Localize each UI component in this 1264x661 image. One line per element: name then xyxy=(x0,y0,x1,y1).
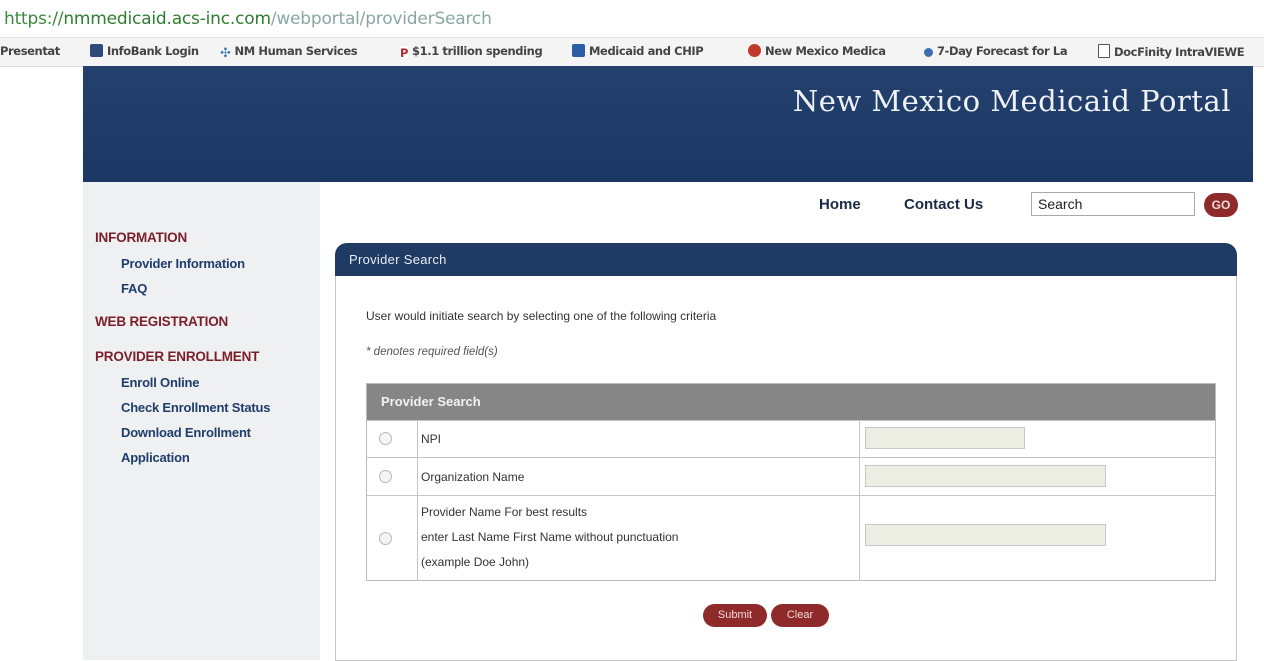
document-icon xyxy=(1098,44,1110,58)
required-note: * denotes required field(s) xyxy=(366,346,498,358)
bookmark-medicaid-chip[interactable]: Medicaid and CHIP xyxy=(572,44,704,58)
organization-label: Organization Name xyxy=(421,470,525,484)
provider-name-row: Provider Name For best results enter Las… xyxy=(367,495,1215,580)
radio-cell xyxy=(367,421,418,457)
npi-label: NPI xyxy=(421,432,442,446)
radio-cell xyxy=(367,458,418,495)
npi-row: NPI xyxy=(367,420,1215,457)
header-banner: New Mexico Medicaid Portal xyxy=(83,66,1253,182)
npi-radio[interactable] xyxy=(379,432,392,445)
radio-cell xyxy=(367,496,418,580)
sidebar-item-check-status[interactable]: Check Enrollment Status xyxy=(121,400,270,415)
browser-url-bar[interactable]: https://nmmedicaid.acs-inc.com/webportal… xyxy=(0,0,1264,36)
provider-name-radio[interactable] xyxy=(379,532,392,545)
weather-icon xyxy=(924,48,933,57)
portal-title: New Mexico Medicaid Portal xyxy=(792,84,1231,118)
bookmark-spending[interactable]: P $1.1 trillion spending xyxy=(400,44,543,60)
bookmark-nm-medicaid[interactable]: New Mexico Medica xyxy=(748,44,886,58)
address-text[interactable]: https://nmmedicaid.acs-inc.com/webportal… xyxy=(4,9,492,29)
organization-radio[interactable] xyxy=(379,470,392,483)
bookmark-infobank[interactable]: InfoBank Login xyxy=(90,44,199,58)
infobank-icon xyxy=(90,44,103,57)
sidebar-item-application[interactable]: Application xyxy=(121,450,190,465)
table-header: Provider Search xyxy=(367,384,1215,420)
label-cell: Organization Name xyxy=(417,458,860,495)
npi-input[interactable] xyxy=(865,427,1025,449)
organization-row: Organization Name xyxy=(367,457,1215,495)
sidebar-heading-information: INFORMATION xyxy=(95,230,188,245)
sidebar-item-provider-information[interactable]: Provider Information xyxy=(121,256,245,271)
bookmark-label: Medicaid and CHIP xyxy=(589,44,704,58)
panel-title: Provider Search xyxy=(349,252,447,267)
site-search-input[interactable] xyxy=(1031,192,1195,216)
url-path: /webportal/providerSearch xyxy=(270,9,492,29)
label-cell: NPI xyxy=(417,421,860,457)
bookmark-label: InfoBank Login xyxy=(107,44,199,58)
search-go-button[interactable]: GO xyxy=(1204,193,1238,217)
provider-name-label: Provider Name For best results xyxy=(421,505,588,519)
nm-hsd-icon: ✣ xyxy=(220,46,231,61)
bookmark-label: 7-Day Forecast for La xyxy=(937,44,1068,58)
bookmark-label: New Mexico Medica xyxy=(765,44,886,58)
sidebar: INFORMATION Provider Information FAQ WEB… xyxy=(83,182,320,660)
bookmark-presentat[interactable]: Presentat xyxy=(0,44,60,58)
nm-medicaid-icon xyxy=(748,44,761,57)
url-protocol: https:// xyxy=(4,9,64,29)
provider-name-example: (example Doe John) xyxy=(421,555,530,569)
clear-button[interactable]: Clear xyxy=(771,604,829,627)
bookmark-label: DocFinity IntraVIEWE xyxy=(1114,45,1245,59)
bookmark-docfinity[interactable]: DocFinity IntraVIEWE xyxy=(1098,44,1245,59)
bookmark-nm-human-services[interactable]: ✣ NM Human Services xyxy=(220,44,358,61)
provider-name-input[interactable] xyxy=(865,524,1106,546)
bookmark-label: $1.1 trillion spending xyxy=(412,44,543,58)
organization-name-input[interactable] xyxy=(865,465,1106,487)
label-cell: Provider Name For best results enter Las… xyxy=(417,496,860,580)
bookmark-forecast[interactable]: 7-Day Forecast for La xyxy=(924,44,1068,58)
search-instructions: User would initiate search by selecting … xyxy=(366,309,717,323)
provider-search-table: Provider Search NPI Organization Name Pr… xyxy=(366,383,1216,581)
bookmarks-bar: Presentat InfoBank Login ✣ NM Human Servi… xyxy=(0,37,1264,67)
nav-contact-link[interactable]: Contact Us xyxy=(904,196,983,213)
table-title: Provider Search xyxy=(381,394,481,409)
sidebar-heading-web-registration[interactable]: WEB REGISTRATION xyxy=(95,314,228,329)
medicaid-portal-page: New Mexico Medicaid Portal Home Contact … xyxy=(83,66,1253,661)
submit-button[interactable]: Submit xyxy=(703,604,767,627)
sidebar-heading-provider-enrollment: PROVIDER ENROLLMENT xyxy=(95,349,260,364)
sidebar-item-enroll-online[interactable]: Enroll Online xyxy=(121,375,199,390)
bookmark-label: Presentat xyxy=(0,44,60,58)
sidebar-item-faq[interactable]: FAQ xyxy=(121,281,147,296)
panel-header: Provider Search xyxy=(335,243,1237,276)
medicaid-icon xyxy=(572,44,585,57)
sidebar-item-download-enrollment[interactable]: Download Enrollment xyxy=(121,425,251,440)
bookmark-label: NM Human Services xyxy=(234,44,358,58)
nav-home-link[interactable]: Home xyxy=(819,196,861,213)
politico-icon: P xyxy=(400,46,409,60)
provider-name-hint: enter Last Name First Name without punct… xyxy=(421,530,679,544)
url-host: nmmedicaid.acs-inc.com xyxy=(63,9,271,29)
